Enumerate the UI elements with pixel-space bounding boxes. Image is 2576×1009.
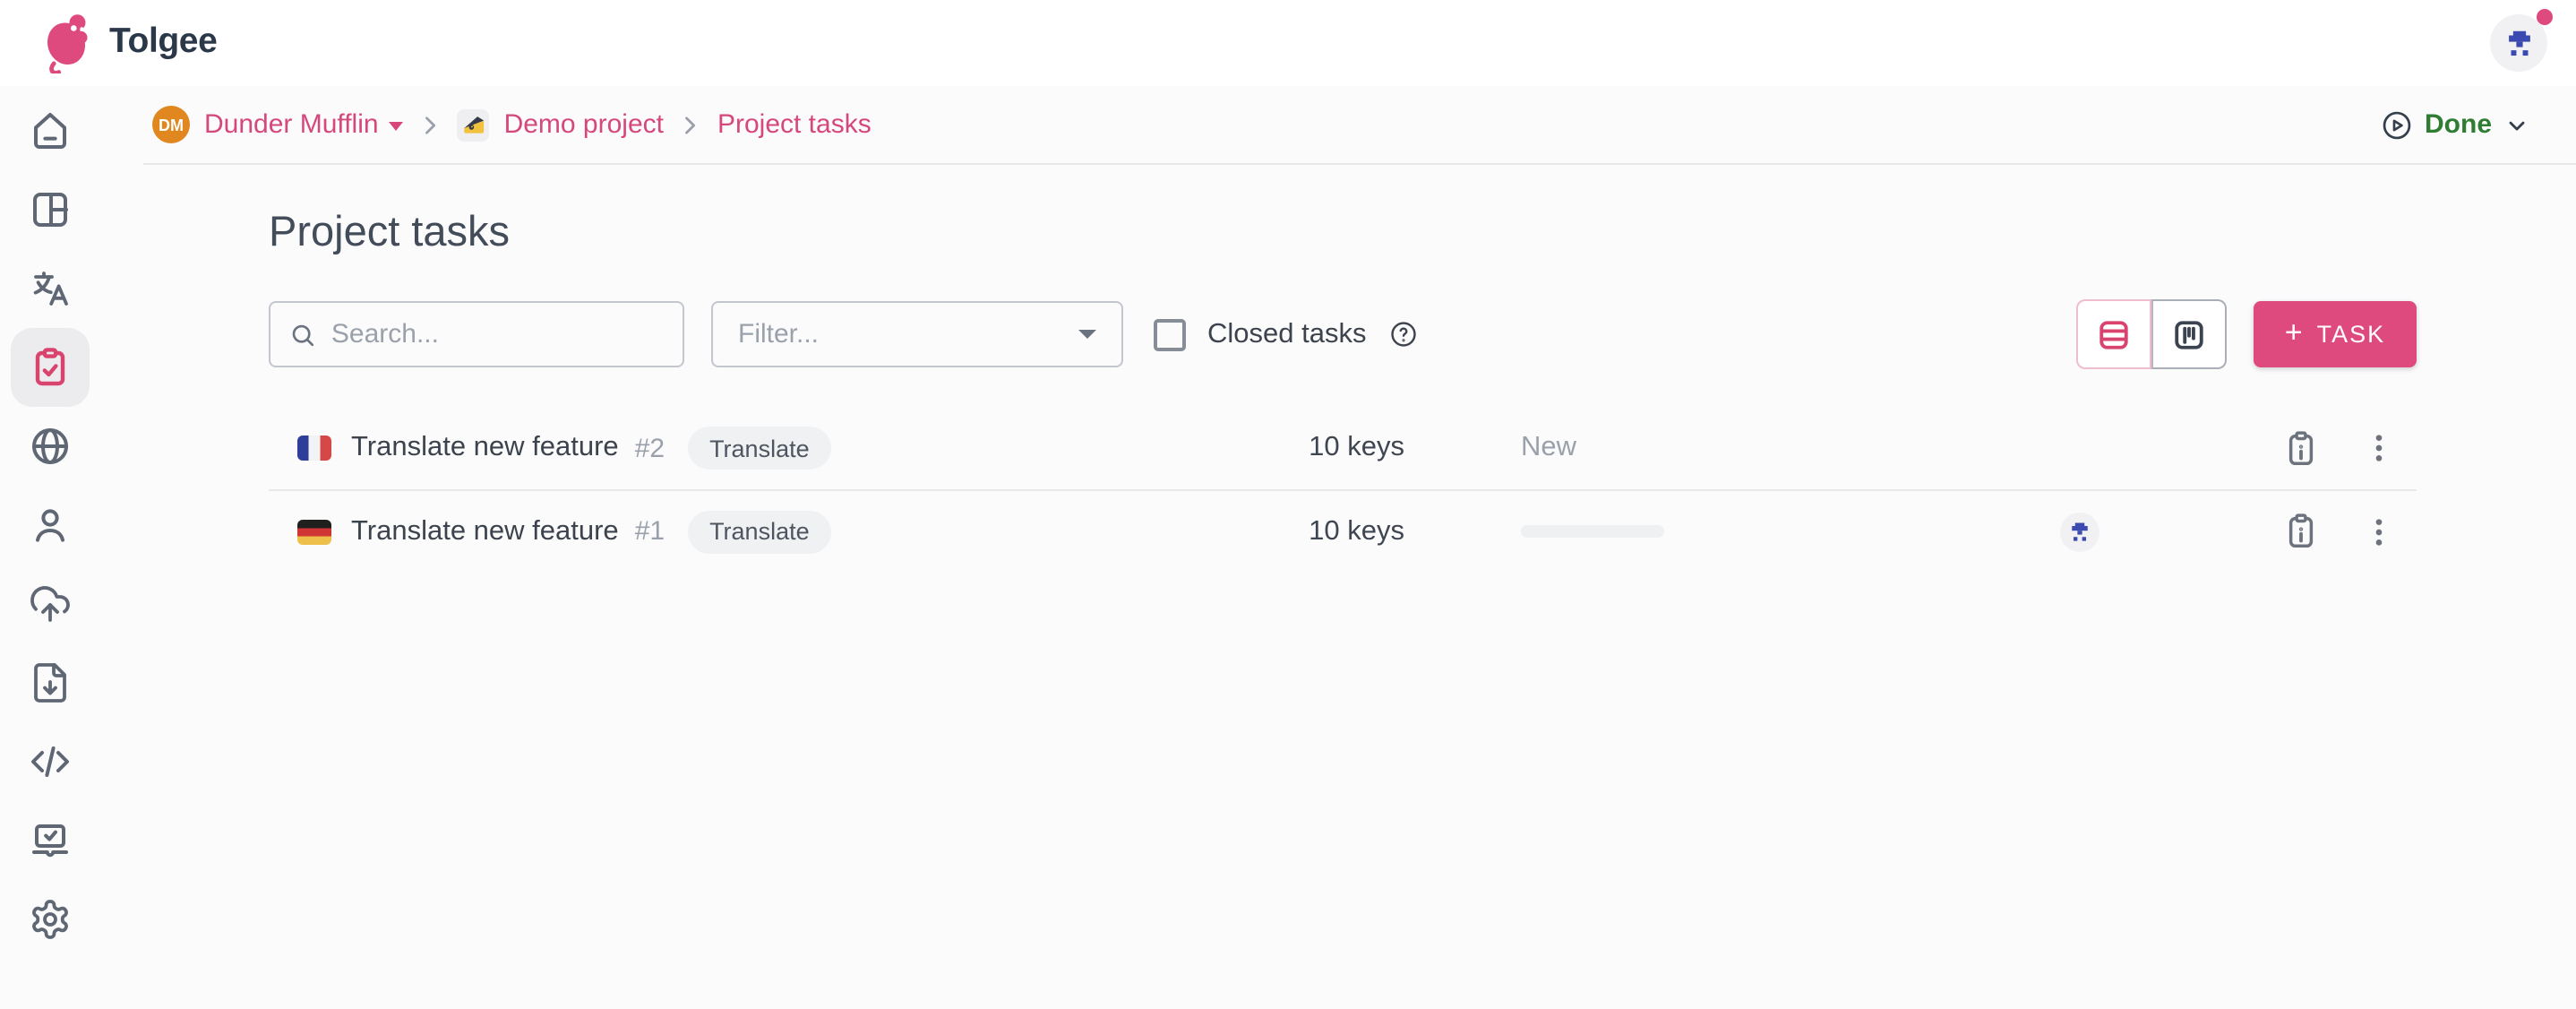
notification-dot (2537, 9, 2553, 25)
vertical-dots-icon (2361, 510, 2397, 553)
task-state (1521, 525, 1933, 539)
code-icon (29, 740, 72, 783)
closed-tasks-label: Closed tasks (1207, 318, 1366, 350)
chevron-right-icon (418, 112, 443, 137)
search-input[interactable] (331, 319, 665, 349)
org-avatar[interactable]: DM (152, 106, 190, 143)
dashboard-icon (29, 188, 72, 231)
sidebar-item-tasks[interactable] (11, 328, 90, 407)
breadcrumb: DM Dunder Mufflin Demo project Project t… (152, 86, 872, 163)
sidebar-item-integrate[interactable] (11, 801, 90, 880)
vertical-dots-icon (2361, 427, 2397, 470)
tolgee-logo[interactable]: Tolgee (36, 9, 217, 73)
assignee-avatar[interactable] (2060, 512, 2099, 551)
task-detail-clipboard-button[interactable] (2282, 511, 2320, 552)
cloud-upload-icon (29, 582, 72, 625)
list-view-button[interactable] (2076, 299, 2151, 369)
filter-placeholder: Filter... (738, 319, 1078, 349)
clipboard-info-icon (2282, 427, 2320, 469)
sidebar-item-translations[interactable] (11, 249, 90, 328)
tasks-clipboard-check-icon (29, 346, 72, 389)
globe-icon (29, 425, 72, 468)
task-keys: 10 keys (1164, 515, 1404, 548)
page-title: Project tasks (269, 208, 2417, 256)
user-icon (29, 504, 72, 547)
breadcrumb-project[interactable]: Demo project (504, 109, 664, 140)
breadcrumb-project-label: Demo project (504, 109, 664, 140)
sidebar-item-dashboard[interactable] (11, 170, 90, 249)
caret-down-icon (390, 121, 404, 130)
task-type-chip: Translate (688, 427, 831, 470)
content-shell: DM Dunder Mufflin Demo project Project t… (0, 86, 2576, 1009)
german-flag-icon (297, 519, 331, 544)
top-app-bar: Tolgee (0, 0, 2576, 86)
laptop-check-icon (29, 819, 72, 862)
pixel-robot-avatar-icon (2502, 26, 2536, 60)
task-type-chip: Translate (688, 510, 831, 553)
chevron-right-icon (678, 112, 703, 137)
pixel-robot-avatar-icon (2067, 519, 2092, 544)
sidebar-item-import[interactable] (11, 565, 90, 643)
progress-bar (1521, 525, 1664, 539)
board-view-button[interactable] (2151, 299, 2227, 369)
sidebar-item-members[interactable] (11, 486, 90, 565)
closed-tasks-control: Closed tasks (1154, 299, 1418, 369)
task-name: Translate new feature (351, 432, 619, 464)
add-task-label: TASK (2317, 321, 2386, 348)
task-keys: 10 keys (1164, 432, 1404, 464)
sidebar-item-export[interactable] (11, 643, 90, 722)
task-row[interactable]: Translate new feature #2 Translate 10 ke… (269, 407, 2417, 489)
help-icon[interactable] (1387, 319, 1418, 349)
task-menu-button[interactable] (2357, 423, 2400, 473)
tolgee-mouse-icon (36, 9, 97, 73)
chevron-down-icon (2504, 112, 2529, 137)
task-detail-clipboard-button[interactable] (2282, 427, 2320, 469)
task-row-left: Translate new feature #1 Translate (269, 510, 831, 553)
breadcrumb-org-label: Dunder Mufflin (204, 109, 379, 140)
task-state-dropdown[interactable]: Done (2380, 86, 2529, 163)
task-row[interactable]: Translate new feature #1 Translate 10 ke… (269, 489, 2417, 572)
task-name: Translate new feature (351, 515, 619, 548)
sidebar (0, 86, 122, 1009)
view-toggle-group (2076, 299, 2227, 369)
filter-select[interactable]: Filter... (711, 301, 1123, 367)
sidebar-item-developer[interactable] (11, 722, 90, 801)
main-content: Project tasks Filter... Closed tasks (269, 163, 2417, 572)
task-state: New (1521, 432, 1933, 464)
task-state-text: New (1521, 432, 1576, 464)
clipboard-info-icon (2282, 511, 2320, 552)
tasks-toolbar: Filter... Closed tasks (269, 299, 2417, 369)
search-icon (288, 318, 317, 350)
brand-name: Tolgee (109, 21, 217, 62)
sidebar-item-home[interactable] (11, 91, 90, 170)
plus-icon: + (2285, 315, 2303, 351)
file-export-icon (29, 661, 72, 704)
closed-tasks-checkbox[interactable] (1154, 318, 1186, 350)
task-number: #2 (635, 433, 665, 463)
dropdown-arrow-icon (1078, 330, 1096, 339)
list-view-icon (2094, 315, 2134, 354)
board-view-icon (2169, 315, 2209, 354)
play-circle-icon (2380, 108, 2412, 141)
breadcrumb-org[interactable]: Dunder Mufflin (204, 109, 404, 140)
add-task-button[interactable]: + TASK (2254, 301, 2417, 367)
breadcrumb-page: Project tasks (717, 109, 872, 140)
project-icon (458, 108, 490, 141)
task-list: Translate new feature #2 Translate 10 ke… (269, 407, 2417, 572)
search-box (269, 301, 684, 367)
sidebar-item-settings[interactable] (11, 880, 90, 959)
state-filter-label: Done (2425, 109, 2492, 140)
languages-icon (29, 267, 72, 310)
task-row-left: Translate new feature #2 Translate (269, 427, 831, 470)
sidebar-item-languages[interactable] (11, 407, 90, 486)
home-icon (29, 109, 72, 152)
tolgee-app: Tolgee (0, 0, 2576, 1009)
settings-gear-icon (29, 898, 72, 941)
task-number: #1 (635, 516, 665, 547)
task-menu-button[interactable] (2357, 506, 2400, 556)
french-flag-icon (297, 436, 331, 461)
